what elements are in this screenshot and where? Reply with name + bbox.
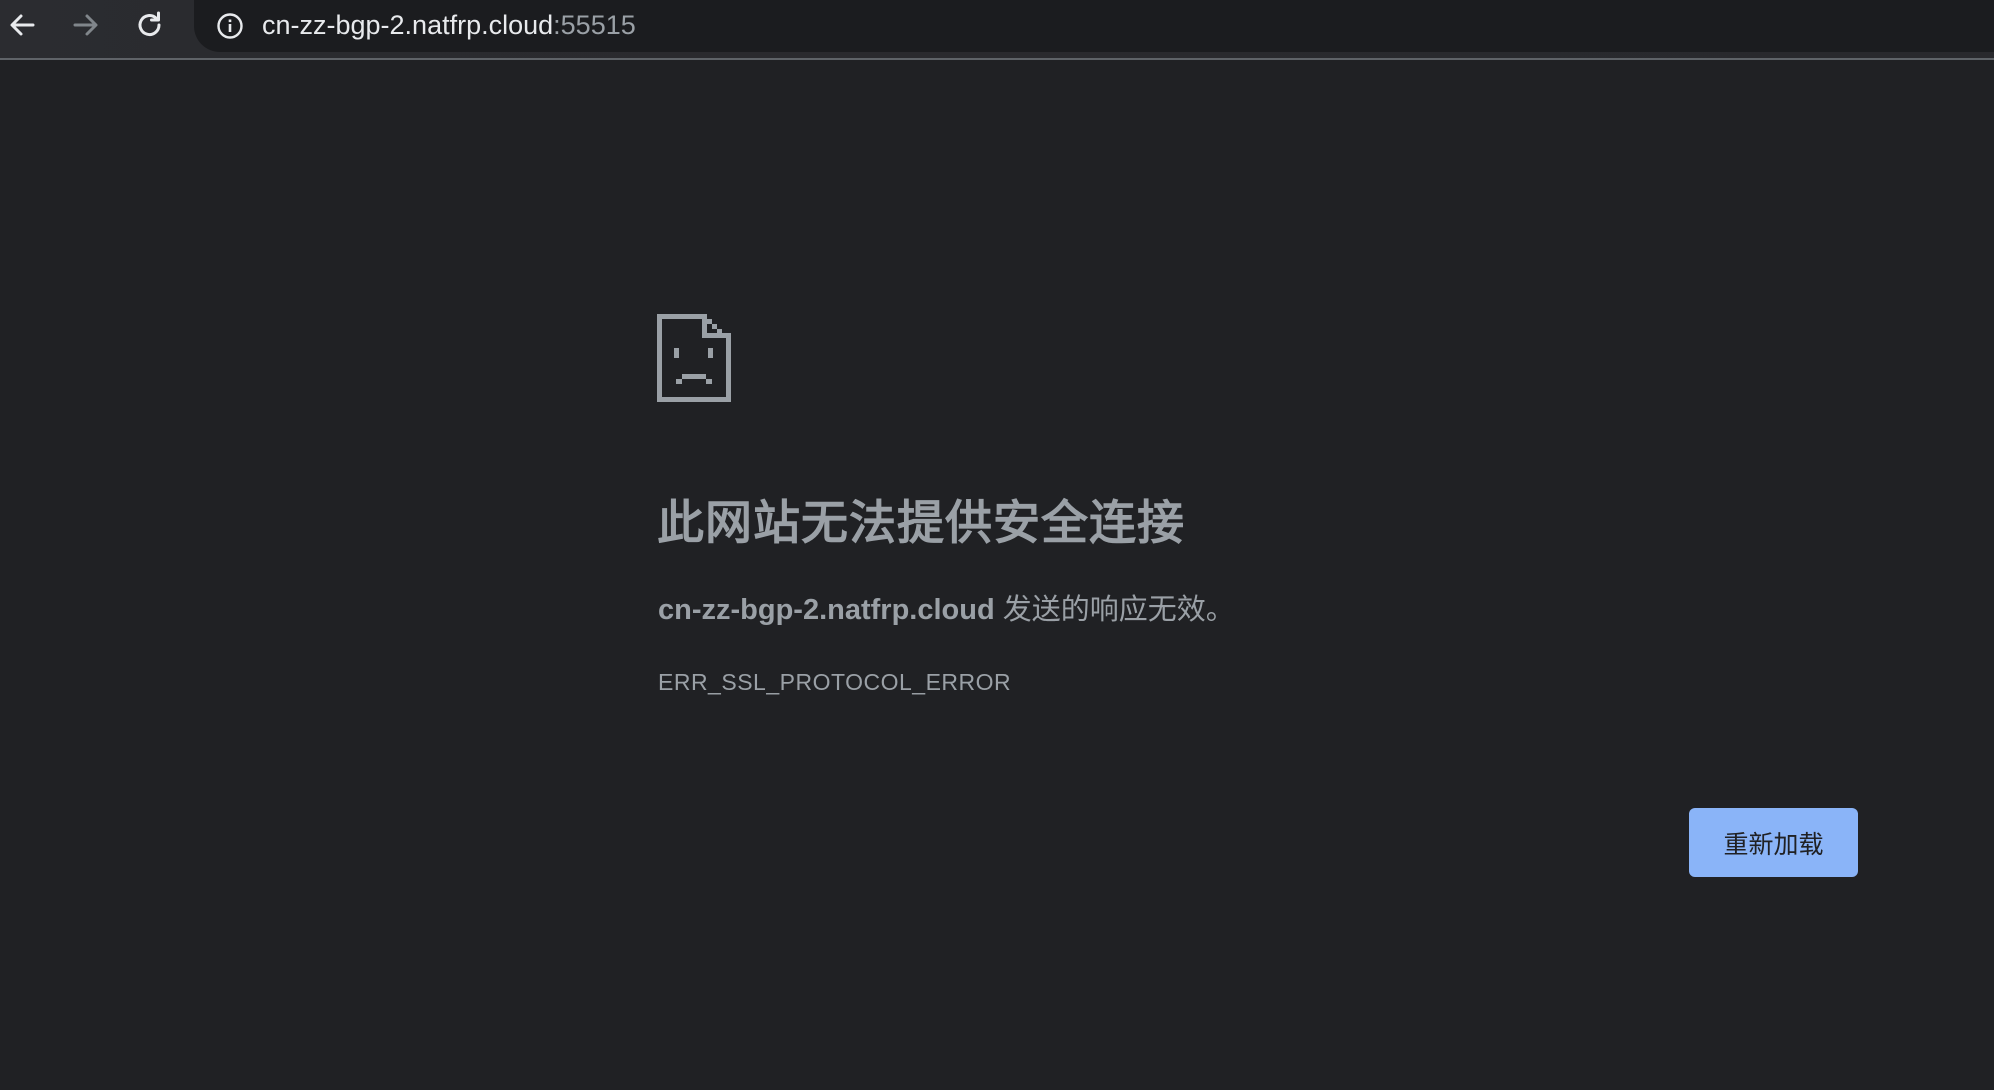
error-description: cn-zz-bgp-2.natfrp.cloud 发送的响应无效。 — [658, 592, 1235, 628]
forward-button[interactable] — [58, 0, 114, 50]
url-host: cn-zz-bgp-2.natfrp.cloud — [262, 10, 554, 40]
error-host: cn-zz-bgp-2.natfrp.cloud — [658, 594, 995, 626]
toolbar-divider — [0, 58, 1994, 60]
url-port: :55515 — [553, 10, 636, 40]
url-text[interactable]: cn-zz-bgp-2.natfrp.cloud:55515 — [262, 10, 636, 40]
arrow-right-icon — [73, 14, 98, 36]
info-icon[interactable] — [216, 12, 244, 40]
browser-toolbar: cn-zz-bgp-2.natfrp.cloud:55515 — [0, 0, 1994, 60]
reload-button[interactable] — [122, 0, 178, 50]
sad-document-icon — [657, 314, 731, 402]
error-description-text: 发送的响应无效。 — [994, 594, 1235, 626]
reload-page-button[interactable]: 重新加载 — [1689, 808, 1858, 877]
error-code: ERR_SSL_PROTOCOL_ERROR — [658, 669, 1012, 695]
arrow-left-icon — [10, 14, 35, 36]
address-bar[interactable]: cn-zz-bgp-2.natfrp.cloud:55515 — [194, 0, 1994, 52]
back-button[interactable] — [0, 0, 50, 50]
error-headline: 此网站无法提供安全连接 — [657, 496, 1185, 549]
reload-icon — [138, 11, 161, 37]
